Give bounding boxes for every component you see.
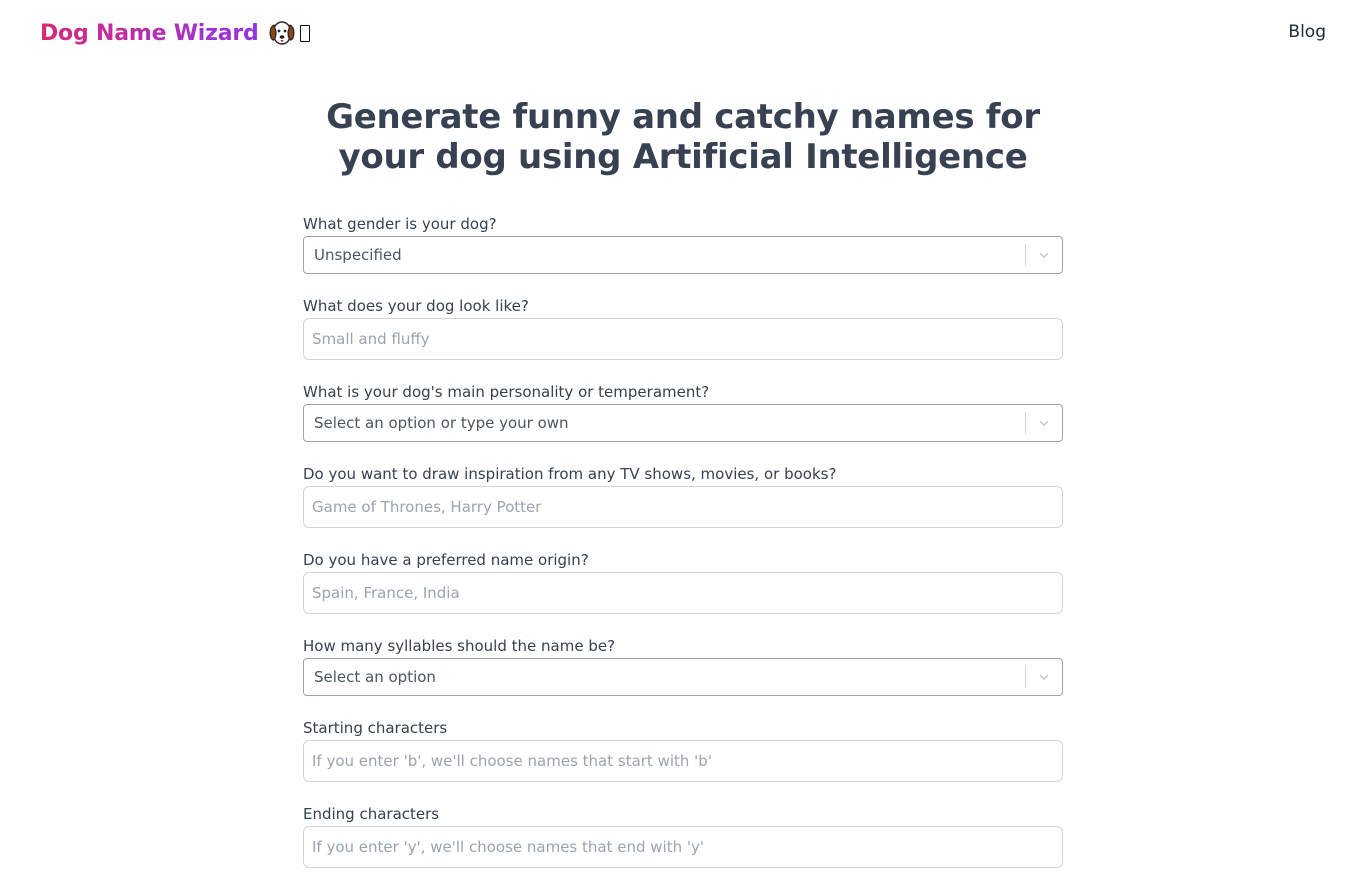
ending-characters-label: Ending characters: [303, 805, 440, 823]
starting-characters-input[interactable]: [303, 740, 1063, 782]
origin-input[interactable]: [303, 572, 1063, 614]
inspiration-input[interactable]: [303, 486, 1063, 528]
personality-select[interactable]: Select an option or type your own: [303, 404, 1063, 442]
nav-blog-link[interactable]: Blog: [1288, 22, 1326, 42]
inspiration-label: Do you want to draw inspiration from any…: [303, 465, 837, 483]
ending-characters-input[interactable]: [303, 826, 1063, 868]
origin-label: Do you have a preferred name origin?: [303, 551, 589, 569]
gender-select[interactable]: Unspecified: [303, 236, 1063, 274]
syllables-label: How many syllables should the name be?: [303, 637, 616, 655]
gender-label: What gender is your dog?: [303, 215, 497, 233]
chevron-down-icon[interactable]: [1026, 405, 1062, 441]
gender-select-value: Unspecified: [314, 246, 402, 264]
syllables-select-value: Select an option: [314, 668, 436, 686]
logo-link[interactable]: Dog Name Wizard: [40, 18, 310, 48]
page-title: Generate funny and catchy names for your…: [326, 97, 1040, 177]
syllables-select[interactable]: Select an option: [303, 658, 1063, 696]
site-header: Dog Name Wizard Blog: [0, 0, 1366, 68]
dog-face-icon: [269, 21, 295, 45]
starting-characters-label: Starting characters: [303, 719, 448, 737]
chevron-down-icon[interactable]: [1026, 659, 1062, 695]
missing-glyph-icon: [299, 24, 310, 42]
logo-icons: [267, 18, 310, 48]
personality-label: What is your dog's main personality or t…: [303, 383, 710, 401]
chevron-down-icon[interactable]: [1026, 237, 1062, 273]
personality-select-value: Select an option or type your own: [314, 414, 569, 432]
logo-text: Dog Name Wizard: [40, 20, 259, 46]
name-generator-form: What gender is your dog? Unspecified Wha…: [303, 212, 1063, 888]
look-label: What does your dog look like?: [303, 297, 529, 315]
look-input[interactable]: [303, 318, 1063, 360]
